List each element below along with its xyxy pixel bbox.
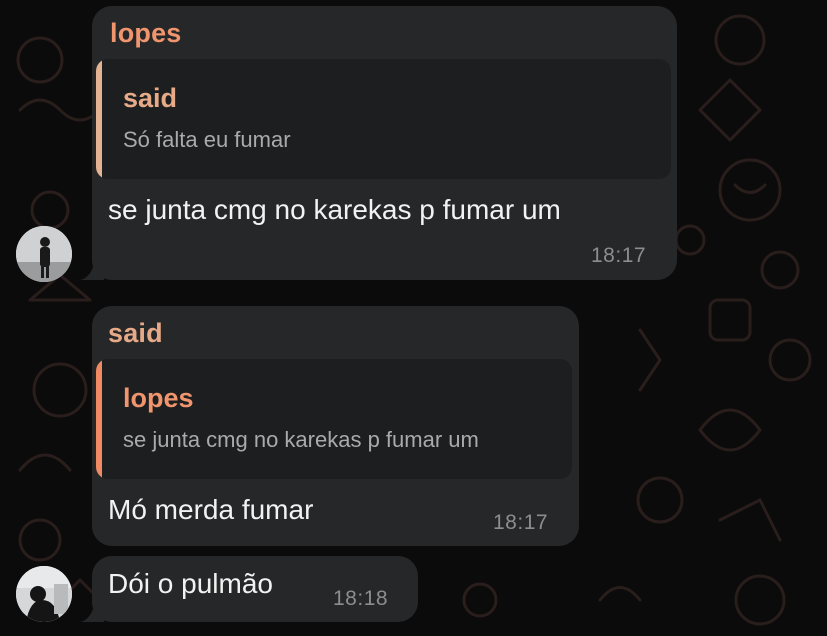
message-time: 18:18 (333, 587, 389, 610)
message-text: se junta cmg no karekas p fumar um (108, 194, 561, 225)
profile-photo-icon (16, 566, 72, 622)
sender-name: lopes (110, 18, 182, 48)
reply-quote[interactable]: lopes se junta cmg no karekas p fumar um (96, 359, 572, 479)
avatar[interactable] (16, 566, 72, 622)
message-time: 18:17 (493, 511, 549, 534)
message-text: Dói o pulmão (108, 568, 273, 599)
bubble-tail-icon (80, 258, 104, 280)
quote-bar (96, 359, 102, 479)
quote-sender: lopes (123, 383, 194, 413)
quote-bar (96, 59, 102, 179)
quote-text: Só falta eu fumar (123, 127, 291, 152)
message-bubble[interactable]: lopes said Só falta eu fumar se junta cm… (80, 6, 677, 280)
message-time: 18:17 (591, 244, 647, 267)
message-bubble[interactable]: said lopes se junta cmg no karekas p fum… (92, 306, 579, 546)
quote-text: se junta cmg no karekas p fumar um (123, 427, 479, 452)
avatar[interactable] (16, 226, 72, 282)
reply-quote[interactable]: said Só falta eu fumar (96, 59, 671, 179)
profile-photo-icon (16, 226, 72, 282)
sender-name: said (108, 318, 163, 348)
message-bubble[interactable]: Dói o pulmão 18:18 (80, 556, 418, 622)
quote-sender: said (123, 83, 178, 113)
bubble-tail-icon (80, 600, 104, 622)
message-text: Mó merda fumar (108, 494, 314, 525)
